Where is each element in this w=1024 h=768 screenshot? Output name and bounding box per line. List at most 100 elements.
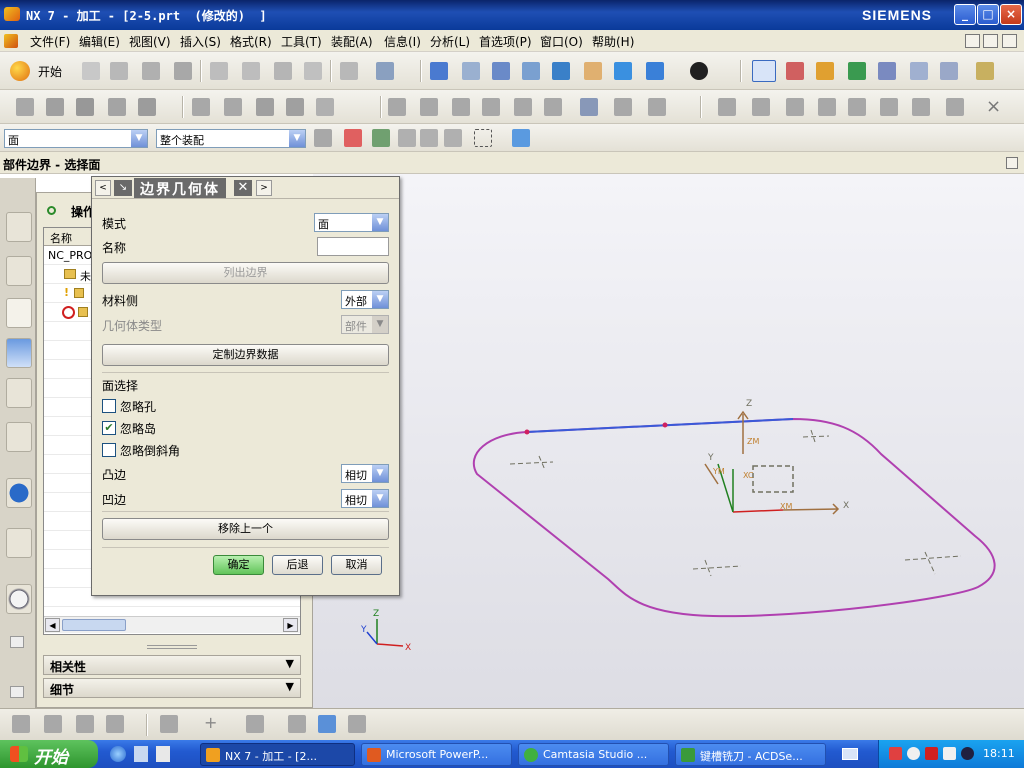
perspective-icon[interactable] <box>614 62 632 80</box>
mode-dropdown[interactable]: 面 ▼ <box>314 213 389 232</box>
snap-point-icon[interactable] <box>344 129 362 147</box>
bottom-tool-5-icon[interactable] <box>160 715 178 733</box>
feature-4-icon[interactable] <box>818 98 836 116</box>
reuse-library-icon[interactable] <box>6 378 32 408</box>
create-operation-icon[interactable] <box>138 98 156 116</box>
feature-1-icon[interactable] <box>718 98 736 116</box>
close-icon[interactable]: ✕ <box>234 180 252 196</box>
task-nx[interactable]: NX 7 - 加工 - [2... <box>200 743 355 766</box>
curve-rule-icon[interactable] <box>372 129 390 147</box>
verify-toolpath-icon[interactable] <box>816 62 834 80</box>
measure-icon[interactable] <box>976 62 994 80</box>
inner-minimize-button[interactable] <box>965 34 980 48</box>
menu-information[interactable]: 信息(I) <box>384 33 421 50</box>
bottom-tool-1-icon[interactable] <box>12 715 30 733</box>
create-tool-icon[interactable] <box>46 98 64 116</box>
geometry-view-icon[interactable] <box>256 98 274 116</box>
task-acdsee[interactable]: 键槽铣刀 - ACDSe... <box>675 743 826 766</box>
task-powerpoint[interactable]: Microsoft PowerP... <box>361 743 512 766</box>
start-button[interactable]: 开始 <box>0 740 98 768</box>
feature-7-icon[interactable] <box>912 98 930 116</box>
quicklaunch-icon[interactable] <box>134 746 148 762</box>
orient-view-icon[interactable] <box>646 62 664 80</box>
create-geometry-icon[interactable] <box>76 98 94 116</box>
feature-2-icon[interactable] <box>752 98 770 116</box>
open-icon[interactable] <box>110 62 128 80</box>
selection-option-icon[interactable] <box>314 129 332 147</box>
scroll-left-icon[interactable]: ◀ <box>45 618 60 632</box>
copy-object-icon[interactable] <box>514 98 532 116</box>
menu-file[interactable]: 文件(F) <box>30 33 70 50</box>
post-process-icon[interactable] <box>910 62 928 80</box>
convex-edge-dropdown[interactable]: 相切 ▼ <box>341 464 389 483</box>
bottom-tool-3-icon[interactable] <box>76 715 94 733</box>
close-button[interactable]: × <box>1000 4 1022 25</box>
close-toolbar-icon[interactable]: × <box>986 96 1001 117</box>
shop-docs-icon[interactable] <box>940 62 958 80</box>
feature-6-icon[interactable] <box>880 98 898 116</box>
generate-toolpath-icon[interactable] <box>848 62 866 80</box>
menu-format[interactable]: 格式(R) <box>230 33 272 50</box>
volume-icon[interactable] <box>961 747 974 760</box>
rendering-style-icon[interactable] <box>690 62 708 80</box>
inner-restore-button[interactable] <box>983 34 998 48</box>
bottom-tool-7-icon[interactable] <box>246 715 264 733</box>
constraint-navigator-icon[interactable] <box>6 256 32 286</box>
tray-icon-3[interactable] <box>925 747 938 760</box>
dependencies-panel-header[interactable]: 相关性 ▼ <box>43 655 301 675</box>
concave-edge-dropdown[interactable]: 相切 ▼ <box>341 489 389 508</box>
paste-object-icon[interactable] <box>544 98 562 116</box>
zoom-in-out-icon[interactable] <box>522 62 540 80</box>
assembly-scope-dropdown[interactable]: 整个装配 ▼ <box>156 129 306 148</box>
cancel-button[interactable]: 取消 <box>331 555 382 575</box>
method-view-icon[interactable] <box>286 98 304 116</box>
tray-icon-2[interactable] <box>907 747 920 760</box>
tray-icon-4[interactable] <box>943 747 956 760</box>
face-rule-icon[interactable] <box>398 129 416 147</box>
object-transform-icon[interactable] <box>580 98 598 116</box>
ie-icon[interactable] <box>110 746 126 762</box>
scroll-right-icon[interactable]: ▶ <box>283 618 298 632</box>
ignore-islands-checkbox[interactable]: ✔ <box>102 421 116 435</box>
cue-expand-icon[interactable] <box>1006 157 1018 169</box>
create-method-icon[interactable] <box>108 98 126 116</box>
geometry-type-dropdown[interactable]: 部件 ▼ <box>341 315 389 334</box>
object-display-icon[interactable] <box>614 98 632 116</box>
new-icon[interactable] <box>82 62 100 80</box>
delete-op-icon[interactable] <box>316 98 334 116</box>
bottom-tool-2-icon[interactable] <box>44 715 62 733</box>
rotate-icon[interactable] <box>552 62 570 80</box>
feature-3-icon[interactable] <box>786 98 804 116</box>
bottom-tool-8-icon[interactable] <box>288 715 306 733</box>
fit-icon[interactable] <box>430 62 448 80</box>
zoom-window-icon[interactable] <box>462 62 480 80</box>
menu-preferences[interactable]: 首选项(P) <box>479 33 532 50</box>
type-filter-dropdown[interactable]: 面 ▼ <box>4 129 148 148</box>
bottom-tool-10-icon[interactable] <box>348 715 366 733</box>
inner-close-button[interactable] <box>1002 34 1017 48</box>
web-browser-icon[interactable] <box>6 528 32 558</box>
box-select-icon[interactable] <box>474 129 492 147</box>
wcs-icon[interactable] <box>752 60 776 82</box>
feature-5-icon[interactable] <box>848 98 866 116</box>
pan-icon[interactable] <box>584 62 602 80</box>
edit-object-icon[interactable] <box>452 98 470 116</box>
name-field[interactable] <box>317 237 389 256</box>
tray-icon-1[interactable] <box>889 747 902 760</box>
selection-filter-icon[interactable] <box>376 62 394 80</box>
start-button[interactable]: 开始 <box>38 63 62 80</box>
delete-icon[interactable] <box>304 62 322 80</box>
list-boundaries-button[interactable]: 列出边界 <box>102 262 389 284</box>
column-name-header[interactable]: 名称 <box>50 230 72 246</box>
splitter-handle[interactable] <box>147 645 197 649</box>
cut-icon[interactable] <box>210 62 228 80</box>
undo-icon[interactable] <box>340 62 358 80</box>
resbar-scroll-up-icon[interactable] <box>10 636 24 648</box>
history-icon[interactable] <box>6 422 32 452</box>
reset-icon[interactable]: ↘ <box>114 180 132 196</box>
ignore-holes-checkbox[interactable] <box>102 399 116 413</box>
nav-back-icon[interactable]: < <box>95 180 111 196</box>
bottom-tool-6-icon[interactable]: + <box>204 715 222 733</box>
bottom-tool-9-icon[interactable] <box>318 715 336 733</box>
back-button[interactable]: 后退 <box>272 555 323 575</box>
